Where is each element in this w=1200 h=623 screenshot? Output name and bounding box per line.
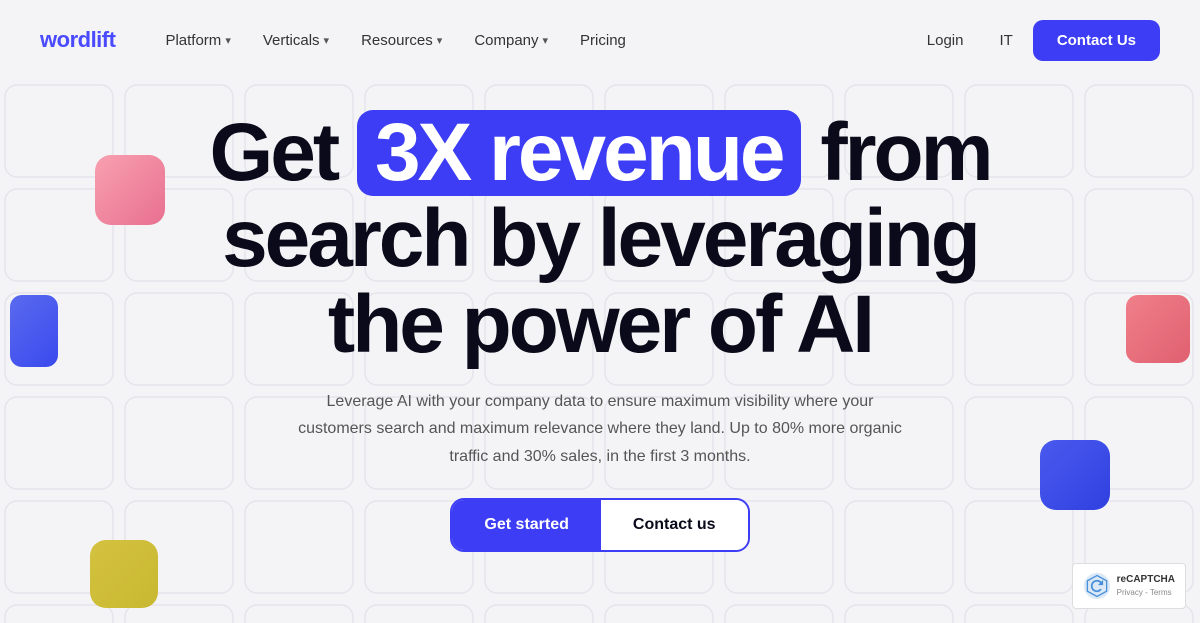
recaptcha-links: Privacy - Terms	[1117, 587, 1175, 598]
headline-before: Get	[209, 107, 356, 198]
contact-us-cta-button[interactable]: Contact us	[601, 500, 748, 550]
it-link[interactable]: IT	[987, 24, 1024, 57]
cta-button-group: Get started Contact us	[450, 498, 749, 552]
headline-highlight: 3X revenue	[357, 110, 801, 196]
nav-item-verticals[interactable]: Verticals ▾	[249, 24, 343, 57]
get-started-button[interactable]: Get started	[452, 500, 600, 550]
logo[interactable]: wordlift	[40, 27, 115, 53]
logo-text: ordlift	[57, 27, 116, 52]
recaptcha-logo-icon	[1083, 572, 1111, 600]
chevron-down-icon: ▾	[543, 34, 549, 47]
chevron-down-icon: ▾	[437, 34, 443, 47]
recaptcha-label: reCAPTCHA	[1117, 573, 1175, 587]
chevron-down-icon: ▾	[225, 34, 231, 47]
hero-subheadline: Leverage AI with your company data to en…	[290, 388, 910, 470]
hero-section: Get 3X revenue fromsearch by leveragingt…	[0, 80, 1200, 552]
nav-item-company[interactable]: Company ▾	[460, 24, 562, 57]
recaptcha-text: reCAPTCHA Privacy - Terms	[1117, 573, 1175, 598]
recaptcha-badge: reCAPTCHA Privacy - Terms	[1072, 563, 1186, 609]
chevron-down-icon: ▾	[324, 34, 330, 47]
contact-us-button[interactable]: Contact Us	[1033, 20, 1160, 61]
login-link[interactable]: Login	[911, 24, 980, 57]
logo-accent: w	[40, 27, 57, 52]
nav-right: Login IT Contact Us	[911, 20, 1160, 61]
nav-links: Platform ▾ Verticals ▾ Resources ▾ Compa…	[151, 24, 910, 57]
nav-item-resources[interactable]: Resources ▾	[347, 24, 456, 57]
hero-headline: Get 3X revenue fromsearch by leveragingt…	[209, 110, 990, 368]
nav-item-pricing[interactable]: Pricing	[566, 24, 640, 57]
nav-item-platform[interactable]: Platform ▾	[151, 24, 244, 57]
navbar: wordlift Platform ▾ Verticals ▾ Resource…	[0, 0, 1200, 80]
